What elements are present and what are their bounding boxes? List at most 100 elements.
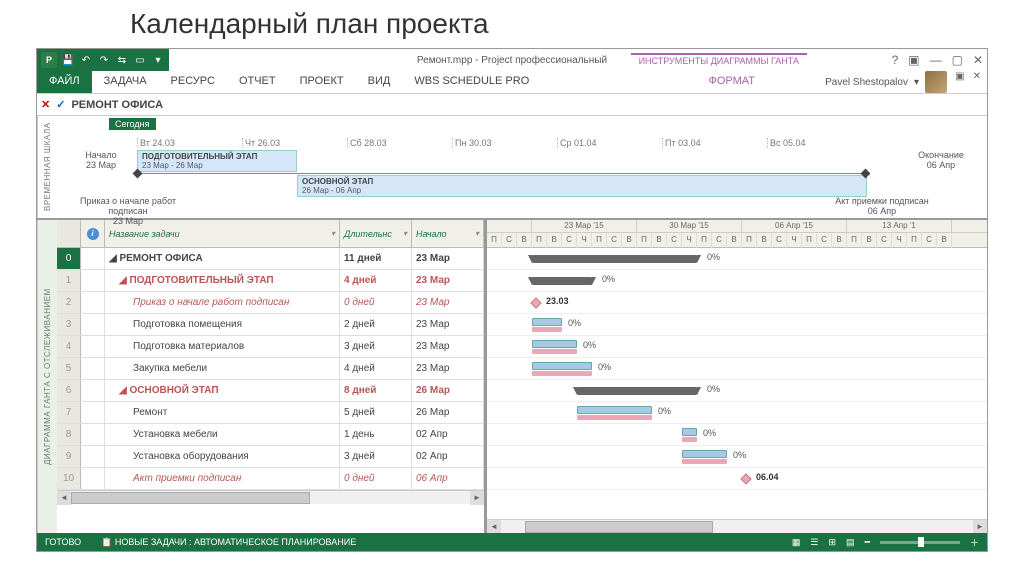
task-row[interactable]: 10 Акт приемки подписан 0 дней06 Апр bbox=[57, 468, 484, 490]
chart-row[interactable]: 0% bbox=[487, 424, 987, 446]
tab-project[interactable]: ПРОЕКТ bbox=[288, 71, 356, 93]
task-row[interactable]: 8 Установка мебели 1 день02 Апр bbox=[57, 424, 484, 446]
user-area[interactable]: Pavel Shestopalov ▾ bbox=[825, 71, 947, 93]
task-row[interactable]: 5 Закупка мебели 4 дней23 Мар bbox=[57, 358, 484, 380]
timeline-vtab[interactable]: ВРЕМЕННАЯ ШКАЛА bbox=[37, 116, 57, 218]
tab-view[interactable]: ВИД bbox=[356, 71, 403, 93]
zoom-out-icon[interactable]: ━ bbox=[865, 537, 870, 548]
milestone-end-label: Акт приемки подписан06 Апр bbox=[817, 196, 947, 216]
scroll-right-icon[interactable]: ► bbox=[973, 520, 987, 534]
chart-row[interactable]: 0% bbox=[487, 314, 987, 336]
milestone-diamond[interactable] bbox=[740, 473, 751, 484]
chart-row[interactable]: 0% bbox=[487, 446, 987, 468]
help-icon[interactable]: ? bbox=[892, 53, 899, 67]
user-dropdown-icon[interactable]: ▾ bbox=[914, 77, 919, 88]
summary-bar[interactable] bbox=[532, 255, 697, 263]
milestone-diamond[interactable] bbox=[530, 297, 541, 308]
more-icon[interactable]: ▾ bbox=[151, 53, 165, 67]
sub-restore-icon[interactable]: ▣ bbox=[955, 71, 964, 82]
task-row[interactable]: 0 ◢ РЕМОНТ ОФИСА 11 дней23 Мар bbox=[57, 248, 484, 270]
chart-scrollbar[interactable]: ◄ ► bbox=[487, 519, 987, 533]
timeline-tick: Пн 30.03 bbox=[452, 138, 557, 148]
task-row[interactable]: 7 Ремонт 5 дней26 Мар bbox=[57, 402, 484, 424]
link-icon[interactable]: ⇆ bbox=[115, 53, 129, 67]
redo-icon[interactable]: ↷ bbox=[97, 53, 111, 67]
chart-row[interactable]: 06.04 bbox=[487, 468, 987, 490]
accept-icon[interactable]: ✓ bbox=[56, 98, 65, 111]
tab-task[interactable]: ЗАДАЧА bbox=[92, 71, 159, 93]
chart-row[interactable]: 0% bbox=[487, 336, 987, 358]
chart-row[interactable]: 23.03 bbox=[487, 292, 987, 314]
task-bar[interactable] bbox=[682, 450, 727, 458]
task-bar[interactable] bbox=[532, 340, 577, 348]
status-ready: ГОТОВО bbox=[45, 537, 81, 547]
scroll-left-icon[interactable]: ◄ bbox=[57, 491, 71, 505]
tab-file[interactable]: ФАЙЛ bbox=[37, 71, 92, 93]
task-bar[interactable] bbox=[577, 406, 652, 414]
gantt-vtab[interactable]: ДИАГРАММА ГАНТА С ОТСЛЕЖИВАНИЕМ bbox=[37, 220, 57, 533]
sub-close-icon[interactable]: ✕ bbox=[973, 71, 981, 82]
summary-bar[interactable] bbox=[577, 387, 697, 395]
task-row[interactable]: 6 ◢ ОСНОВНОЙ ЭТАП 8 дней26 Мар bbox=[57, 380, 484, 402]
undo-icon[interactable]: ↶ bbox=[79, 53, 93, 67]
dropdown-icon[interactable]: ▾ bbox=[331, 229, 335, 238]
chart-row[interactable]: 0% bbox=[487, 358, 987, 380]
day-label: В bbox=[727, 233, 742, 248]
task-row[interactable]: 2 Приказ о начале работ подписан 0 дней2… bbox=[57, 292, 484, 314]
scroll-right-icon[interactable]: ► bbox=[470, 491, 484, 505]
save-icon[interactable]: 💾 bbox=[61, 53, 75, 67]
baseline-bar bbox=[532, 371, 592, 376]
col-start[interactable]: Начало▾ bbox=[412, 220, 484, 247]
day-label: П bbox=[592, 233, 607, 248]
avatar[interactable] bbox=[925, 71, 947, 93]
formula-value[interactable]: РЕМОНТ ОФИСА bbox=[71, 99, 163, 111]
day-label: В bbox=[652, 233, 667, 248]
summary-bar[interactable] bbox=[532, 277, 592, 285]
gantt-panel: ДИАГРАММА ГАНТА С ОТСЛЕЖИВАНИЕМ i Назван… bbox=[37, 219, 987, 533]
timeline[interactable]: Сегодня Вт 24.03Чт 26.03Сб 28.03Пн 30.03… bbox=[57, 116, 987, 218]
grid-scrollbar[interactable]: ◄ ► bbox=[57, 490, 484, 504]
zoom-in-icon[interactable]: ＋ bbox=[970, 536, 979, 549]
task-row[interactable]: 4 Подготовка материалов 3 дней23 Мар bbox=[57, 336, 484, 358]
task-bar[interactable] bbox=[532, 362, 592, 370]
minimize-icon[interactable]: — bbox=[930, 53, 942, 67]
print-icon[interactable]: ▭ bbox=[133, 53, 147, 67]
info-icon: i bbox=[87, 228, 99, 240]
day-label: С bbox=[877, 233, 892, 248]
task-bar[interactable] bbox=[682, 428, 697, 436]
milestone-start-label: Приказ о начале работ подписан23 Мар bbox=[63, 196, 193, 226]
view-gantt-icon[interactable]: ▦ bbox=[792, 537, 801, 548]
timeline-bar-prep[interactable]: ПОДГОТОВИТЕЛЬНЫЙ ЭТАП23 Мар - 26 Мар bbox=[137, 150, 297, 172]
day-label: В bbox=[862, 233, 877, 248]
close-icon[interactable]: ✕ bbox=[973, 53, 983, 67]
view-calendar-icon[interactable]: ▤ bbox=[846, 537, 855, 548]
tab-report[interactable]: ОТЧЕТ bbox=[227, 71, 288, 93]
baseline-bar bbox=[532, 327, 562, 332]
context-tab-label: ИНСТРУМЕНТЫ ДИАГРАММЫ ГАНТА bbox=[631, 53, 807, 67]
gantt-chart[interactable]: 23 Мар '1530 Мар '1506 Апр '1513 Апр '1 … bbox=[487, 220, 987, 533]
day-label: В bbox=[622, 233, 637, 248]
chart-row[interactable]: 0% bbox=[487, 270, 987, 292]
zoom-slider[interactable] bbox=[880, 541, 960, 544]
task-row[interactable]: 3 Подготовка помещения 2 дней23 Мар bbox=[57, 314, 484, 336]
tab-resource[interactable]: РЕСУРС bbox=[159, 71, 227, 93]
chart-row[interactable]: 0% bbox=[487, 248, 987, 270]
view-timeline-icon[interactable]: ☰ bbox=[810, 537, 818, 548]
chart-row[interactable]: 0% bbox=[487, 380, 987, 402]
day-label: С bbox=[607, 233, 622, 248]
col-duration[interactable]: Длительнс▾ bbox=[340, 220, 412, 247]
tab-wbs[interactable]: WBS Schedule Pro bbox=[402, 71, 541, 93]
timeline-bar-main[interactable]: ОСНОВНОЙ ЭТАП26 Мар - 06 Апр bbox=[297, 175, 867, 197]
sub-window-controls: ▣ ✕ bbox=[955, 71, 981, 82]
maximize-icon[interactable]: ▢ bbox=[952, 53, 963, 67]
task-row[interactable]: 9 Установка оборудования 3 дней02 Апр bbox=[57, 446, 484, 468]
tab-format[interactable]: ФОРМАТ bbox=[697, 71, 768, 91]
status-mode: 📋 НОВЫЕ ЗАДАЧИ : АВТОМАТИЧЕСКОЕ ПЛАНИРОВ… bbox=[101, 537, 356, 548]
task-row[interactable]: 1 ◢ ПОДГОТОВИТЕЛЬНЫЙ ЭТАП 4 дней23 Мар bbox=[57, 270, 484, 292]
task-bar[interactable] bbox=[532, 318, 562, 326]
ribbon-toggle-icon[interactable]: ▣ bbox=[908, 53, 919, 67]
scroll-left-icon[interactable]: ◄ bbox=[487, 520, 501, 534]
chart-row[interactable]: 0% bbox=[487, 402, 987, 424]
view-network-icon[interactable]: ⊞ bbox=[829, 537, 837, 548]
cancel-icon[interactable]: ✕ bbox=[41, 98, 50, 111]
